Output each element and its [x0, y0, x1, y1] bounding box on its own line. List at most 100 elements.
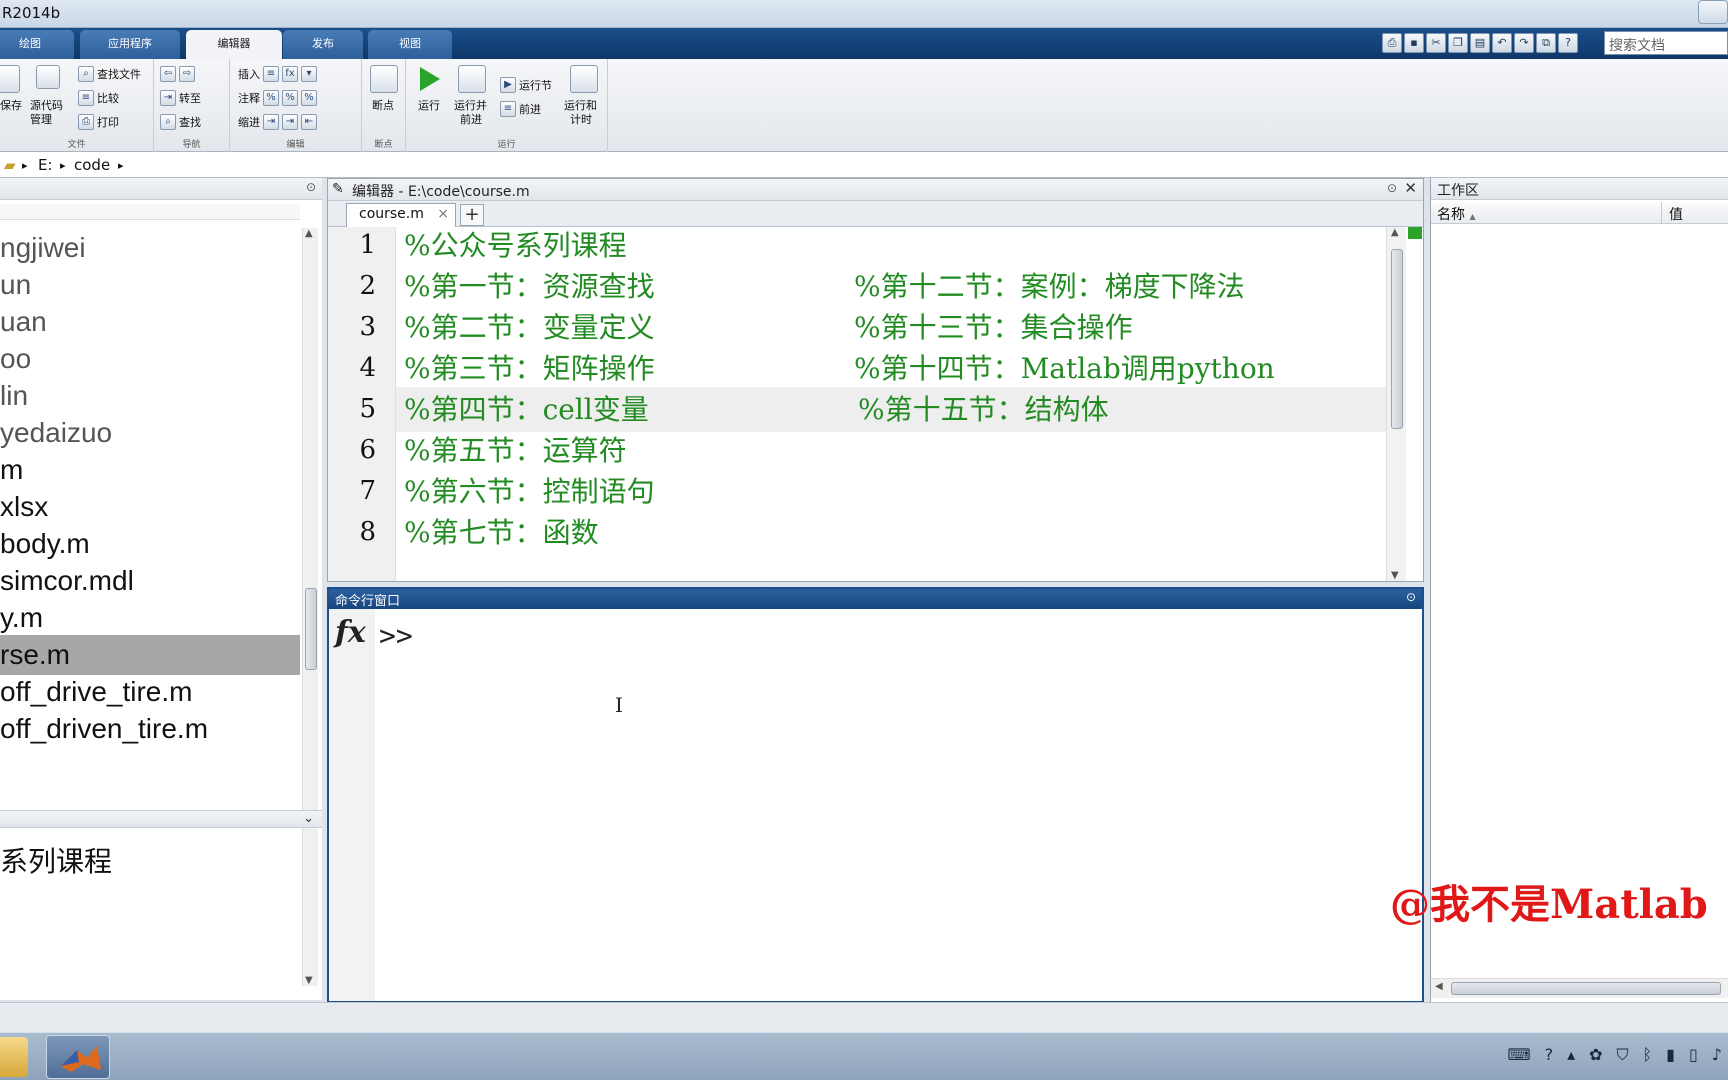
file-list-item-selected[interactable]: rse.m [0, 635, 300, 675]
file-list-item[interactable]: off_driven_tire.m [0, 709, 300, 749]
breadcrumb-folder[interactable]: code [74, 156, 110, 174]
flag-icon[interactable]: ✿ [1589, 1045, 1602, 1065]
scrollbar-thumb[interactable] [305, 588, 317, 670]
find-files-button[interactable]: ⌕ 查找文件 [78, 66, 141, 82]
code-line[interactable]: %公众号系列课程 [396, 227, 1405, 268]
line-number[interactable]: 8 [328, 510, 376, 555]
code-line[interactable]: %第四节：cell变量 %第十五节：结构体 [396, 387, 1405, 432]
copy-icon[interactable]: ❐ [1448, 33, 1468, 53]
comment-button[interactable]: 注释%%% [238, 90, 317, 106]
column-separator[interactable] [1661, 202, 1662, 224]
run-time-label-2[interactable]: 计时 [570, 113, 592, 127]
code-line[interactable]: %第三节：矩阵操作 %第十四节：Matlab调用python [396, 346, 1405, 391]
source-control-label-2[interactable]: 管理 [30, 113, 52, 127]
insert-button[interactable]: 插入 ≡ fx ▾ [238, 66, 317, 82]
scroll-up-icon[interactable]: ▲ [305, 228, 313, 239]
scroll-left-icon[interactable]: ◀ [1435, 981, 1443, 992]
editor-scrollbar[interactable]: ▲ ▼ [1386, 227, 1406, 581]
find-button[interactable]: ⌕ 查找 [160, 114, 201, 130]
line-number[interactable]: 3 [328, 305, 376, 350]
code-line[interactable]: %第七节：函数 [396, 510, 1405, 555]
tab-view[interactable]: 视图 [368, 30, 452, 59]
function-browser-icon[interactable]: fx [335, 615, 366, 650]
tab-plots[interactable]: 绘图 [0, 30, 74, 59]
tab-apps[interactable]: 应用程序 [80, 30, 180, 59]
paste-icon[interactable]: ▤ [1470, 33, 1490, 53]
print-button[interactable]: ⎙ 打印 [78, 114, 119, 130]
source-control-icon[interactable] [36, 65, 60, 89]
current-folder-path[interactable]: ▰ ▸ E: ▸ code ▸ [0, 152, 1728, 178]
redo-icon[interactable]: ↷ [1514, 33, 1534, 53]
file-list-item[interactable]: xlsx [0, 487, 300, 527]
breakpoints-label[interactable]: 断点 [372, 99, 394, 113]
tab-close-icon[interactable]: × [437, 206, 449, 222]
help-icon[interactable]: ? [1545, 1045, 1554, 1065]
run-icon[interactable] [420, 67, 440, 91]
command-window[interactable]: 命令行窗口 ⊙ fx >> I [327, 587, 1424, 1003]
file-list-item[interactable]: yedaizuo [0, 413, 300, 453]
panel-menu-icon[interactable]: ⊙ [1406, 590, 1416, 604]
run-advance-label-1[interactable]: 运行并 [454, 99, 487, 113]
code-analyzer-status-icon[interactable] [1408, 227, 1422, 239]
file-list-item[interactable]: un [0, 265, 300, 305]
line-number[interactable]: 1 [328, 223, 376, 268]
run-section-button[interactable]: ▶ 运行节 [500, 77, 552, 93]
network-icon[interactable]: ▮ [1666, 1045, 1675, 1065]
volume-icon[interactable]: ♪ [1712, 1045, 1722, 1065]
run-label[interactable]: 运行 [418, 99, 440, 113]
editor-scrollbar-thumb[interactable] [1391, 249, 1403, 429]
save-icon[interactable] [0, 65, 20, 93]
code-line[interactable]: %第六节：控制语句 [396, 469, 1405, 514]
code-line[interactable]: %第二节：变量定义 %第十三节：集合操作 [396, 305, 1405, 350]
save-label[interactable]: 保存 [0, 99, 22, 113]
file-explorer-icon[interactable] [0, 1037, 28, 1077]
bluetooth-icon[interactable]: ᛒ [1643, 1045, 1653, 1065]
file-list-item[interactable]: ngjiwei [0, 228, 300, 268]
details-divider[interactable]: ⌄ [0, 810, 322, 828]
advance-button[interactable]: ≡ 前进 [500, 101, 541, 117]
minimize-button[interactable] [1698, 0, 1728, 24]
file-list-item[interactable]: m [0, 450, 300, 490]
save-icon[interactable]: ▪ [1404, 33, 1424, 53]
keyboard-icon[interactable]: ⌨ [1508, 1045, 1531, 1065]
new-tab-button[interactable]: + [460, 204, 484, 226]
close-icon[interactable]: ✕ [1404, 179, 1417, 197]
file-list-item[interactable]: uan [0, 302, 300, 342]
file-list-item[interactable]: lin [0, 376, 300, 416]
file-list-item[interactable]: oo [0, 339, 300, 379]
breadcrumb-separator-icon[interactable]: ▸ [118, 159, 124, 172]
compare-button[interactable]: ≡ 比较 [78, 90, 119, 106]
breadcrumb-separator-icon[interactable]: ▸ [22, 159, 28, 172]
line-number[interactable]: 4 [328, 346, 376, 391]
line-number[interactable]: 2 [328, 264, 376, 309]
tab-publish[interactable]: 发布 [283, 30, 363, 59]
code-line[interactable]: %第五节：运算符 [396, 428, 1405, 473]
chevron-down-icon[interactable]: ⌄ [303, 811, 314, 826]
line-number[interactable]: 7 [328, 469, 376, 514]
battery-icon[interactable]: ▯ [1689, 1045, 1698, 1065]
panel-menu-icon[interactable]: ⊙ [1387, 181, 1397, 195]
help-icon[interactable]: ? [1558, 33, 1578, 53]
scroll-down-icon[interactable]: ▼ [1391, 570, 1399, 581]
security-icon[interactable]: ⛉ [1617, 1045, 1629, 1065]
run-advance-label-2[interactable]: 前进 [460, 113, 482, 127]
line-number[interactable]: 5 [328, 387, 376, 432]
run-and-advance-icon[interactable] [458, 65, 486, 93]
column-name-header[interactable]: 名称 ▲ [1437, 204, 1476, 224]
file-list-item[interactable]: simcor.mdl [0, 561, 300, 601]
cut-icon[interactable]: ✂ [1426, 33, 1446, 53]
file-list-item[interactable]: body.m [0, 524, 300, 564]
notification-icon[interactable]: ▴ [1567, 1045, 1575, 1065]
breadcrumb-drive[interactable]: E: [38, 156, 53, 174]
switch-windows-icon[interactable]: ⧉ [1536, 33, 1556, 53]
file-list-item[interactable]: y.m [0, 598, 300, 638]
open-icon[interactable]: ⎙ [1382, 33, 1402, 53]
panel-menu-icon[interactable]: ⊙ [306, 180, 316, 194]
file-list-scrollbar[interactable]: ▲ ▼ [302, 228, 318, 986]
workspace-scrollbar-thumb[interactable] [1451, 982, 1721, 995]
undo-icon[interactable]: ↶ [1492, 33, 1512, 53]
line-number[interactable]: 6 [328, 428, 376, 473]
indent-button[interactable]: 缩进 ⇥ ⇥ ⇤ [238, 114, 317, 130]
back-forward-buttons[interactable]: ⇦ ⇨ [160, 66, 195, 82]
run-and-time-icon[interactable] [570, 65, 598, 93]
